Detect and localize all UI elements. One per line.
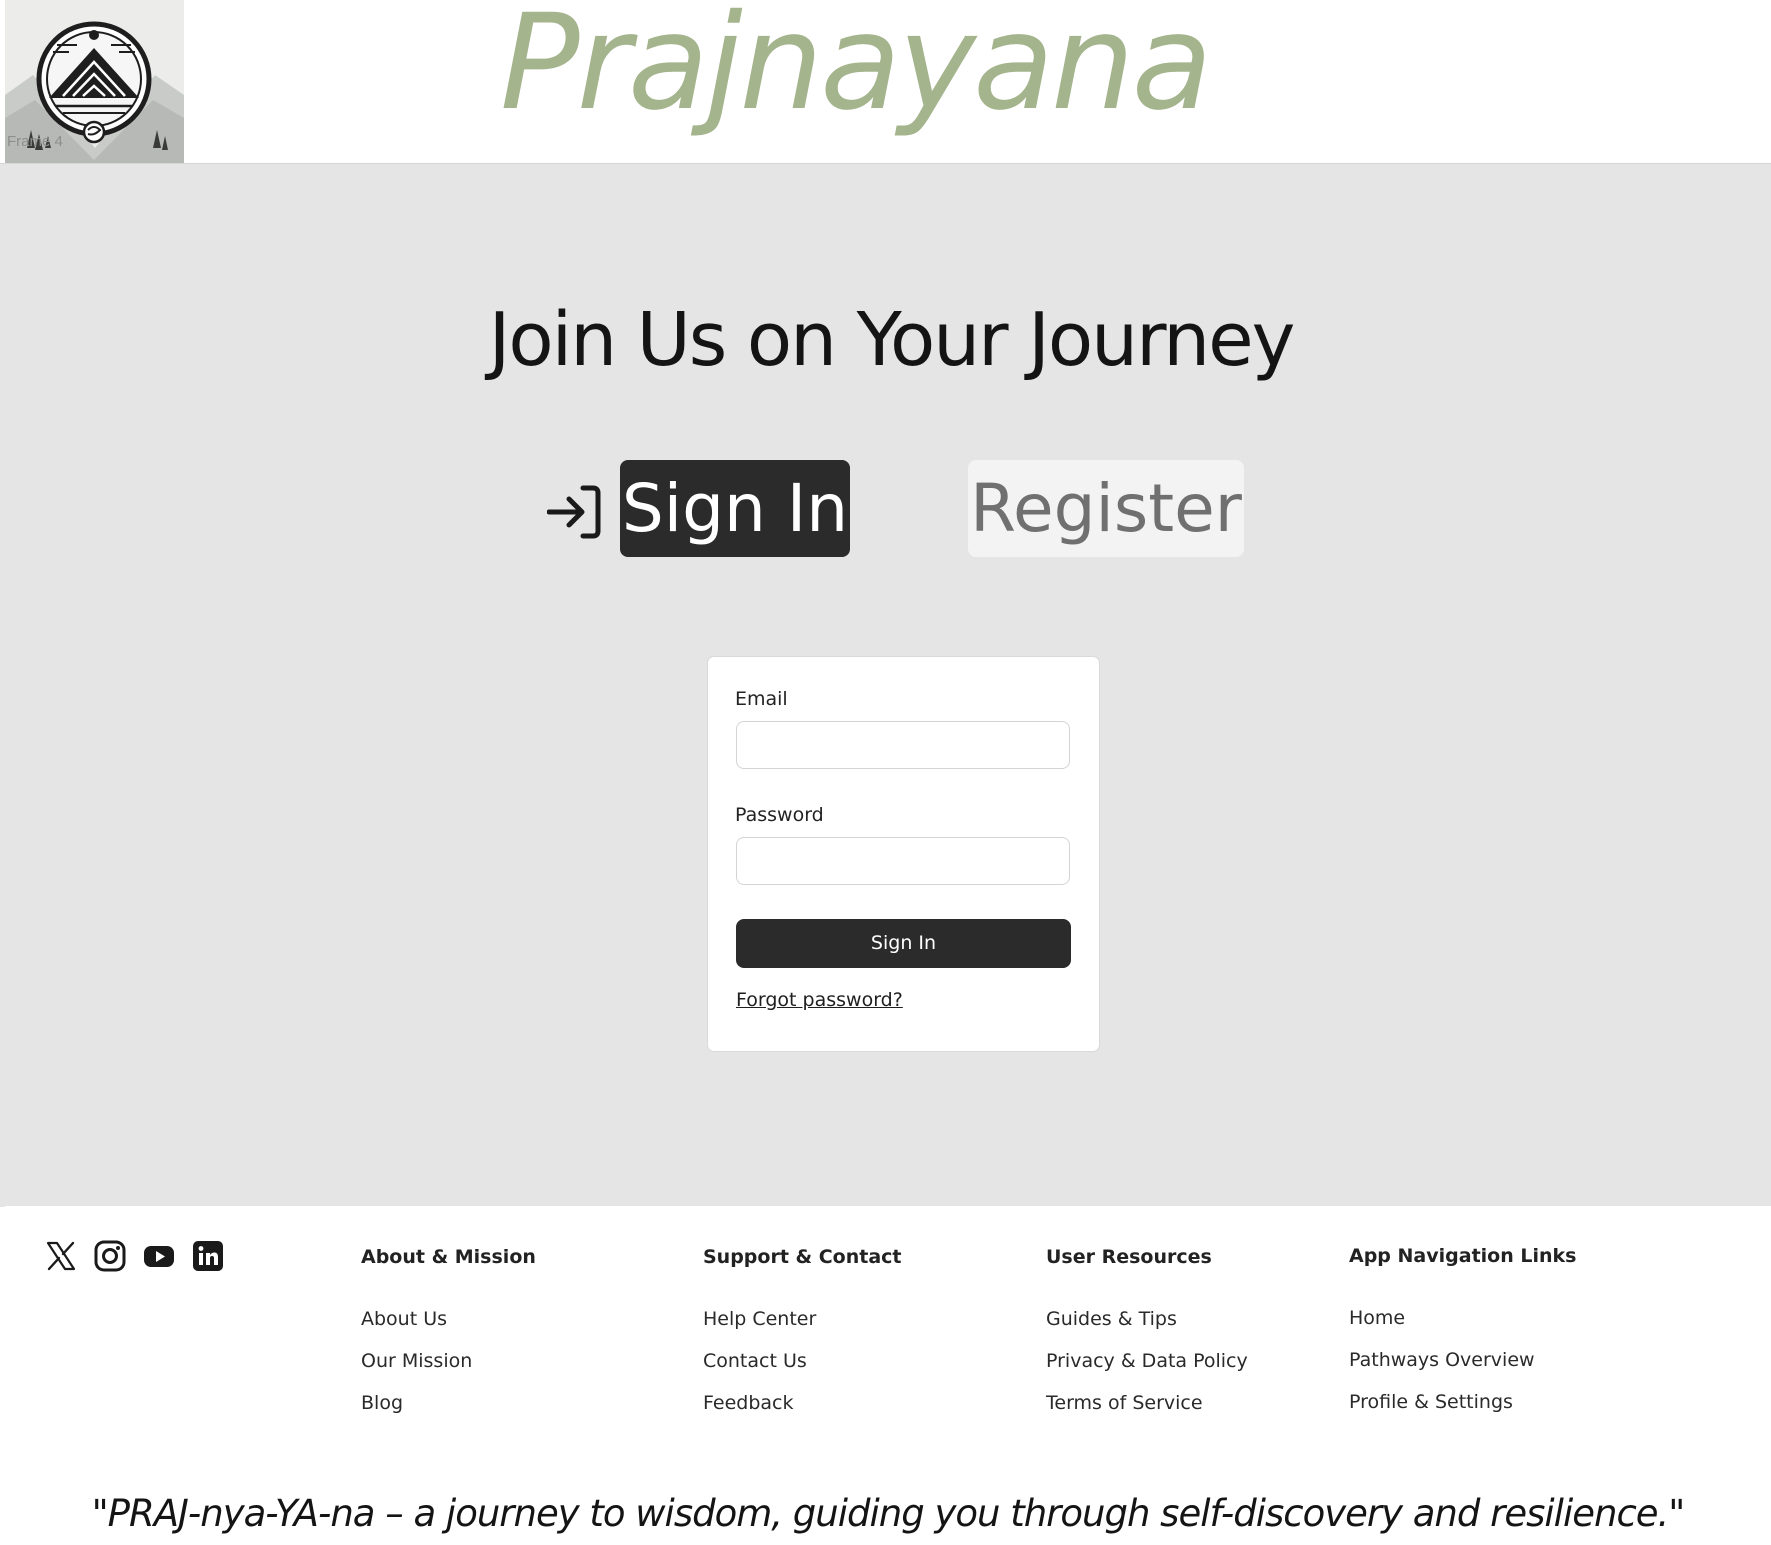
main-section: Join Us on Your Journey Sign In Register… [0, 163, 1771, 1207]
logo[interactable]: Frame 4 [5, 0, 184, 163]
footer-link-profile-settings[interactable]: Profile & Settings [1349, 1391, 1513, 1413]
brand-title: Prajnayana [500, 0, 1213, 140]
footer-heading-support: Support & Contact [703, 1246, 902, 1268]
forgot-password-link[interactable]: Forgot password? [736, 989, 903, 1011]
sign-in-arrow-icon [547, 485, 601, 539]
email-field[interactable] [736, 721, 1070, 769]
page-title: Join Us on Your Journey [488, 297, 1296, 383]
logo-frame-label: Frame 4 [7, 133, 63, 150]
footer-link-about-us[interactable]: About Us [361, 1308, 447, 1330]
instagram-icon[interactable] [94, 1240, 126, 1272]
footer-tagline: "PRAJ-nya-YA-na – a journey to wisdom, g… [91, 1492, 1686, 1535]
x-icon[interactable] [45, 1240, 77, 1272]
footer-link-our-mission[interactable]: Our Mission [361, 1350, 472, 1372]
footer-link-feedback[interactable]: Feedback [703, 1392, 793, 1414]
tab-sign-in[interactable]: Sign In [620, 460, 850, 557]
footer-heading-user-resources: User Resources [1046, 1246, 1212, 1268]
linkedin-icon[interactable] [192, 1240, 224, 1272]
footer-link-guides-tips[interactable]: Guides & Tips [1046, 1308, 1177, 1330]
footer-link-blog[interactable]: Blog [361, 1392, 403, 1414]
header: Frame 4 Prajnayana [0, 0, 1771, 163]
password-label: Password [735, 804, 824, 826]
footer-link-pathways[interactable]: Pathways Overview [1349, 1349, 1535, 1371]
footer-link-home[interactable]: Home [1349, 1307, 1405, 1329]
footer-heading-about: About & Mission [361, 1246, 536, 1268]
footer: About & Mission About Us Our Mission Blo… [5, 1206, 1771, 1545]
footer-link-help-center[interactable]: Help Center [703, 1308, 816, 1330]
footer-heading-app-navigation: App Navigation Links [1349, 1245, 1577, 1267]
sign-in-form: Email Password Sign In Forgot password? [707, 656, 1100, 1052]
footer-link-contact-us[interactable]: Contact Us [703, 1350, 807, 1372]
footer-link-terms[interactable]: Terms of Service [1046, 1392, 1203, 1414]
footer-link-privacy[interactable]: Privacy & Data Policy [1046, 1350, 1248, 1372]
email-label: Email [735, 688, 788, 710]
password-field[interactable] [736, 837, 1070, 885]
youtube-icon[interactable] [143, 1240, 175, 1272]
sign-in-button[interactable]: Sign In [736, 919, 1071, 968]
tab-register[interactable]: Register [968, 460, 1244, 557]
